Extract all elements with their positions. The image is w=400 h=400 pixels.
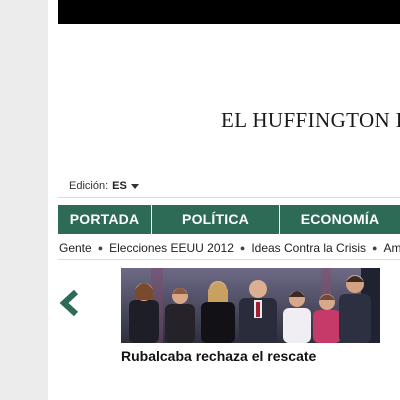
header-divider (58, 197, 400, 198)
subnav-item-elecciones[interactable]: Elecciones EEUU 2012 (109, 241, 234, 255)
bullet-separator: ● (97, 243, 104, 253)
carousel-prev-button[interactable] (56, 288, 84, 318)
chevron-left-icon (59, 289, 79, 317)
subnav-item-ideas[interactable]: Ideas Contra la Crisis (251, 241, 366, 255)
page: EL HUFFINGTON POST Edición: ES PORTADA P… (48, 0, 400, 400)
site-logo[interactable]: EL HUFFINGTON POST (221, 108, 400, 133)
subnav-item-truncated[interactable]: Am (383, 241, 400, 255)
caret-down-icon (130, 184, 139, 189)
news-photo[interactable] (121, 268, 380, 343)
edition-value: ES (112, 180, 127, 192)
nav-tab-politica[interactable]: POLÍTICA (152, 205, 279, 234)
sub-nav: Gente ● Elecciones EEUU 2012 ● Ideas Contra … (59, 241, 400, 255)
nav-tab-portada[interactable]: PORTADA (58, 205, 151, 234)
nav-tab-economia[interactable]: ECONOMÍA (280, 205, 400, 234)
bullet-separator: ● (239, 243, 246, 253)
bullet-separator: ● (372, 243, 378, 253)
photo-illustration (121, 268, 380, 343)
subnav-item-gente[interactable]: Gente (59, 241, 92, 255)
top-black-bar (58, 0, 400, 24)
edition-selector[interactable]: Edición: ES (69, 180, 139, 192)
subnav-divider (58, 259, 400, 260)
main-nav: PORTADA POLÍTICA ECONOMÍA (58, 205, 400, 234)
edition-label: Edición: (69, 180, 109, 192)
news-headline[interactable]: Rubalcaba rechaza el rescate (121, 348, 316, 364)
